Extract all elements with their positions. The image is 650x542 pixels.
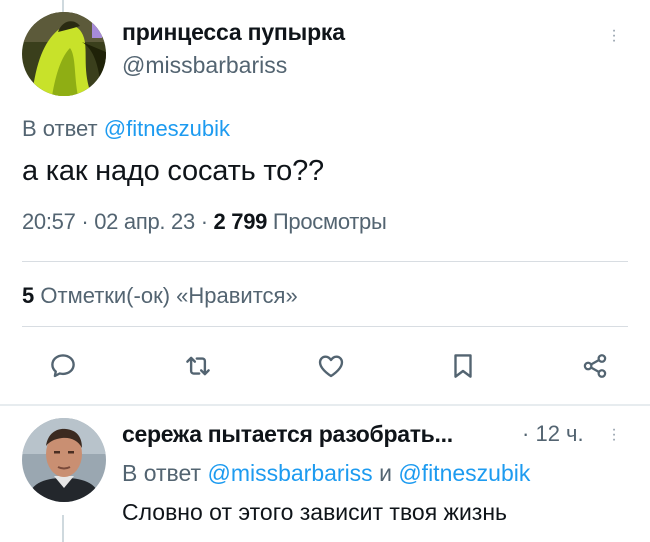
likes-count: 5: [22, 283, 35, 308]
reply-avatar[interactable]: [22, 418, 106, 502]
more-vertical-icon[interactable]: · · ·: [611, 23, 617, 49]
share-icon: [583, 354, 607, 378]
heart-icon: [318, 355, 344, 378]
reply-context: В ответ @missbarbariss и @fitneszubik: [122, 460, 530, 487]
avatar-image: [22, 12, 106, 96]
reply-mention-link[interactable]: @fitneszubik: [398, 460, 530, 486]
divider: [22, 326, 628, 327]
retweet-button[interactable]: [181, 349, 215, 383]
tweet-text: а как надо сосать то??: [22, 155, 324, 187]
reply-button[interactable]: [46, 349, 80, 383]
reply-prefix: В ответ: [122, 460, 202, 486]
reply-prefix: В ответ: [22, 116, 98, 141]
reply-context: В ответ @fitneszubik: [22, 116, 230, 142]
thread-line: [62, 0, 64, 12]
share-button[interactable]: [578, 349, 612, 383]
reply-text: Словно от этого зависит твоя жизнь: [122, 499, 508, 525]
section-separator: [0, 404, 650, 406]
meta-separator: ·: [522, 421, 530, 446]
avatar[interactable]: [22, 12, 106, 96]
reply-avatar-image: [22, 418, 106, 502]
views-label: Просмотры: [272, 209, 387, 234]
tweet-time[interactable]: 20:57: [22, 209, 76, 234]
author-handle[interactable]: @missbarbariss: [122, 52, 287, 79]
like-button[interactable]: [314, 349, 348, 383]
retweet-icon: [186, 356, 210, 376]
meta-separator: ·: [200, 209, 208, 234]
likes-label: Отметки(-ок) «Нравится»: [40, 283, 298, 308]
reply-time-value: 12 ч.: [535, 421, 584, 446]
reply-mention-link[interactable]: @fitneszubik: [104, 116, 230, 141]
tweet-meta: 20:57 · 02 апр. 23 · 2 799 Просмотры: [22, 209, 387, 235]
divider: [22, 261, 628, 262]
bookmark-button[interactable]: [446, 349, 480, 383]
tweet-date[interactable]: 02 апр. 23: [94, 209, 195, 234]
reply-conjunction: и: [379, 460, 392, 486]
author-name[interactable]: принцесса пупырка: [122, 19, 345, 46]
reply-mention-link[interactable]: @missbarbariss: [207, 460, 372, 486]
views-count: 2 799: [213, 209, 268, 234]
thread-line: [62, 515, 64, 542]
bookmark-icon: [454, 354, 472, 378]
meta-separator: ·: [81, 209, 89, 234]
likes-summary[interactable]: 5 Отметки(-ок) «Нравится»: [22, 283, 298, 309]
reply-time[interactable]: · 12 ч.: [522, 421, 584, 447]
comment-icon: [51, 354, 75, 378]
more-vertical-icon[interactable]: · · ·: [611, 422, 617, 448]
reply-author-name[interactable]: сережа пытается разобрать...: [122, 421, 453, 448]
